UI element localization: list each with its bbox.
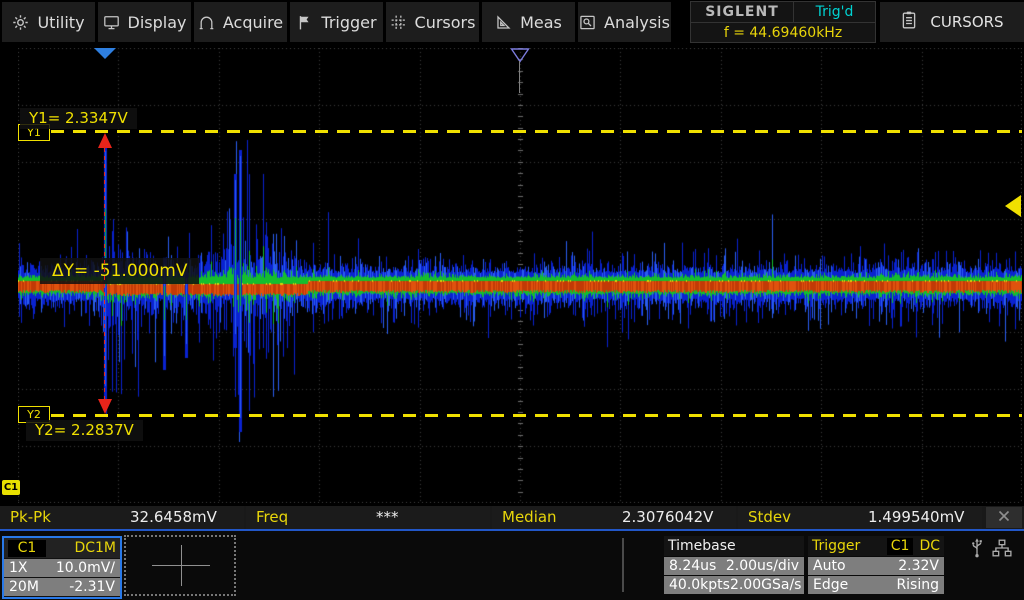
measurement-label: Pk-Pk [10,508,51,526]
trigger-coupling: DC [919,538,940,554]
measurement-freq[interactable]: Freq *** [246,506,490,529]
menu-cursors-label: Cursors [415,13,476,32]
channel1-offset: -2.31V [69,579,115,595]
crosshatch-icon [390,14,407,31]
timebase-box[interactable]: Timebase 8.24us 2.00us/div 40.0kpts 2.00… [664,536,804,595]
timebase-samplerate: 2.00GSa/s [730,577,802,593]
graticule: Y1 Y2 Y1= 2.3347V ΔY= -51.000mV Y2= 2.28… [18,48,1022,503]
cursor-x-marker-line [104,148,105,400]
network-icon [992,539,1012,557]
menu-display[interactable]: Display [98,2,191,42]
menu-trigger-label: Trigger [321,13,376,32]
monitor-icon [103,14,120,31]
timebase-title: Timebase [668,538,736,554]
usb-icon [968,537,986,559]
cursor-y2-line[interactable] [51,414,1022,417]
trigger-mode: Auto [813,558,846,574]
cursor-y1-line[interactable] [51,130,1022,133]
plus-icon [181,545,182,586]
channel1-descriptor-box[interactable]: C1 DC1M 1X 10.0mV/ 20M -2.31V [2,536,122,599]
trigger-source-chip: C1 [887,538,914,555]
cursors-dialog-button[interactable]: CURSORS [880,2,1024,42]
acquisition-status-box: SIGLENT Trig'd f = 44.69460kHz [690,1,876,43]
measurement-stdev[interactable]: Stdev 1.499540mV [738,506,982,529]
trigger-type: Edge [813,577,848,593]
channel-ground-tag: C1 [2,480,20,495]
trigger-position-marker[interactable] [510,48,530,67]
menu-display-label: Display [128,13,187,32]
set-square-icon [495,14,512,31]
measurement-label: Median [502,508,557,526]
status-divider [622,538,624,592]
channel1-coupling: DC1M [74,540,116,556]
measurement-median[interactable]: Median 2.3076042V [492,506,736,529]
channel1-name-chip: C1 [8,540,46,557]
measurement-label: Stdev [748,508,791,526]
menu-meas-label: Meas [520,13,562,32]
trigger-frequency-readout: f = 44.69460kHz [691,23,875,42]
timebase-delay: 8.24us [669,558,716,574]
menu-acquire[interactable]: Acquire [194,2,287,42]
trigger-level-marker[interactable] [1005,195,1021,217]
trigger-level: 2.32V [898,558,939,574]
measurement-close-button[interactable] [986,507,1022,528]
menu-utility[interactable]: Utility [2,2,95,42]
add-channel-placeholder[interactable] [124,535,236,596]
cursor-y1-readout: Y1= 2.3347V [20,108,137,129]
cursors-dialog-label: CURSORS [930,13,1003,31]
flag-icon [296,14,313,31]
measurement-value: 1.499540mV [868,508,964,526]
menu-utility-label: Utility [37,13,84,32]
menu-meas[interactable]: Meas [482,2,575,42]
measurement-pkpk[interactable]: Pk-Pk 32.6458mV [0,506,244,529]
measurement-value: 32.6458mV [130,508,217,526]
channel1-attenuation: 1X [9,560,28,576]
trigger-status-badge: Trig'd [794,2,875,22]
arch-icon [198,14,215,31]
cursor-marker-arrow-down [98,399,112,414]
channel1-vscale: 10.0mV/ [56,560,115,576]
brand-logo: SIGLENT [691,2,794,22]
close-icon [997,508,1011,527]
measurement-label: Freq [256,508,288,526]
cursor-delta-readout: ΔY= -51.000mV [40,258,199,284]
menu-analysis-label: Analysis [604,13,670,32]
timebase-memory: 40.0kpts [669,577,730,593]
menu-cursors[interactable]: Cursors [386,2,479,42]
cursor-y2-readout: Y2= 2.2837V [26,420,143,441]
clipboard-icon [900,10,918,34]
oscilloscope-screen: Utility Display Acquire [0,0,1024,600]
gear-icon [12,14,29,31]
status-bar: C1 DC1M 1X 10.0mV/ 20M -2.31V Timebase 8… [0,531,1024,600]
measurement-value: *** [376,508,399,526]
channel1-bandwidth: 20M [9,579,39,595]
menu-trigger[interactable]: Trigger [290,2,383,42]
measurement-value: 2.3076042V [622,508,713,526]
trigger-position-stem [519,61,520,93]
trigger-descriptor-box[interactable]: Trigger C1 DC Auto 2.32V Edge Rising [808,536,944,595]
menu-analysis[interactable]: Analysis [578,2,671,42]
trigger-delay-marker[interactable] [94,48,116,59]
trigger-slope: Rising [896,577,939,593]
measurement-bar: Pk-Pk 32.6458mV Freq *** Median 2.307604… [0,506,1024,531]
trigger-title: Trigger [812,538,860,554]
menu-acquire-label: Acquire [223,13,283,32]
magnifier-box-icon [579,14,596,31]
timebase-scale: 2.00us/div [726,558,799,574]
cursor-marker-arrow-up [98,133,112,148]
menu-bar: Utility Display Acquire [0,0,1024,44]
